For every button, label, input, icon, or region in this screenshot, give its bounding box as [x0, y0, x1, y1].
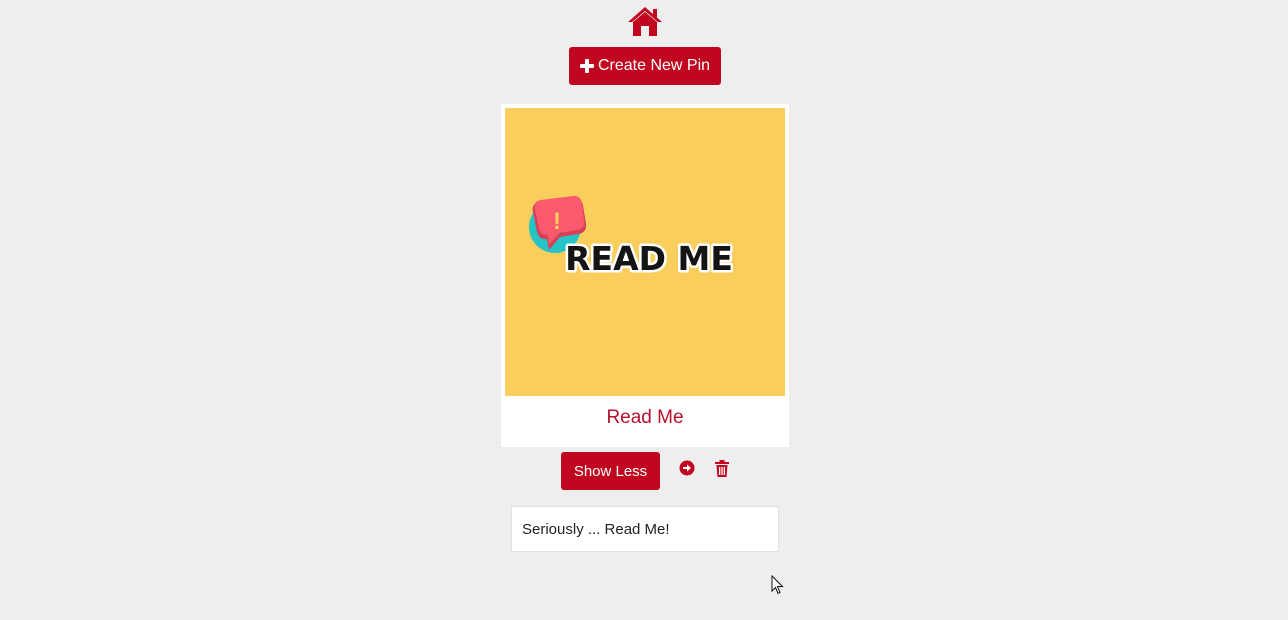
pin-title: Read Me — [606, 407, 684, 428]
plus-icon — [579, 59, 594, 73]
pin-image-graphic: ! READ ME READ ME — [505, 108, 785, 396]
pin-image[interactable]: ! READ ME READ ME — [505, 108, 785, 396]
open-pin-link[interactable] — [679, 460, 695, 476]
create-new-pin-button[interactable]: Create New Pin — [569, 47, 721, 85]
delete-pin-link[interactable] — [714, 460, 730, 477]
show-less-button[interactable]: Show Less — [561, 452, 660, 490]
pin-card: ! READ ME READ ME Read Me — [501, 104, 789, 447]
alert-symbol: ! — [553, 208, 561, 235]
mouse-cursor-icon — [771, 575, 784, 595]
pin-description-text: Seriously ... Read Me! — [522, 520, 670, 538]
page: Create New Pin ! READ ME READ ME Read Me… — [0, 0, 1288, 620]
home-link[interactable] — [626, 5, 664, 37]
create-new-pin-label: Create New Pin — [597, 57, 711, 74]
home-icon — [628, 7, 662, 36]
image-text: READ ME — [565, 239, 733, 278]
trash-icon — [715, 460, 729, 477]
pin-description: Seriously ... Read Me! — [511, 506, 779, 552]
arrow-circle-right-icon — [679, 460, 695, 476]
